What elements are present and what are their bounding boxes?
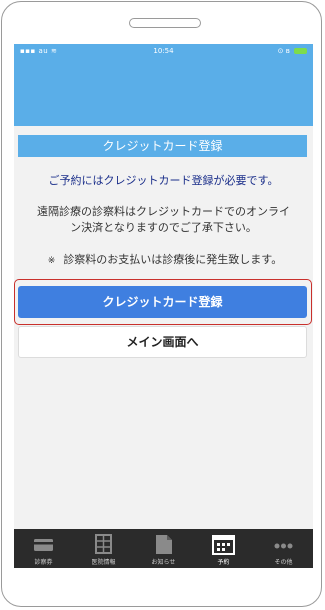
tab-bar: 診察券 医院情報 お知らせ 予約 その他: [14, 529, 313, 568]
more-icon: [274, 543, 293, 549]
tab-label: その他: [274, 559, 293, 566]
register-card-button[interactable]: クレジットカード登録: [18, 286, 307, 318]
app-screen: ▪▪▪ au ≋ 10:54 ⊙ ʙ クレジットカード登録 ご予約にはクレジット…: [14, 44, 313, 568]
phone-speaker: [129, 18, 201, 28]
info-message: 遠隔診療の診察料はクレジットカードでのオンライ ン決済となりますのでご了承下さい…: [14, 204, 313, 236]
info-line-1: 遠隔診療の診察料はクレジットカードでのオンライ: [37, 205, 290, 218]
alarm-icon: ⊙: [277, 47, 284, 55]
tab-label: お知らせ: [151, 559, 176, 566]
note-mark: ※: [47, 256, 56, 266]
info-line-2: ン決済となりますのでご了承下さい。: [70, 221, 257, 234]
tab-label: 医院情報: [91, 559, 116, 566]
document-icon: [156, 535, 172, 554]
status-bar: ▪▪▪ au ≋ 10:54 ⊙ ʙ: [14, 44, 313, 60]
tab-reservation[interactable]: 予約: [194, 529, 253, 568]
payment-note: ※ 診察料のお支払いは診療後に発生致します。: [20, 251, 310, 267]
app-header: ▪▪▪ au ≋ 10:54 ⊙ ʙ: [14, 44, 313, 126]
tab-other[interactable]: その他: [254, 529, 313, 568]
building-icon: [95, 534, 112, 554]
phone-frame: ▪▪▪ au ≋ 10:54 ⊙ ʙ クレジットカード登録 ご予約にはクレジット…: [1, 1, 322, 607]
note-text: 診察料のお支払いは診療後に発生致します。: [63, 253, 283, 266]
tab-label: 予約: [217, 559, 230, 566]
calendar-icon: [212, 535, 235, 555]
battery-icon: [294, 48, 307, 54]
card-icon: [34, 539, 53, 551]
required-message: ご予約にはクレジットカード登録が必要です。: [48, 174, 279, 187]
tab-card[interactable]: 診察券: [14, 529, 73, 568]
tab-news[interactable]: お知らせ: [134, 529, 193, 568]
tab-clinic-info[interactable]: 医院情報: [74, 529, 133, 568]
status-time: 10:54: [153, 47, 174, 55]
main-screen-button[interactable]: メイン画面へ: [18, 326, 307, 358]
page-title: クレジットカード登録: [18, 135, 307, 157]
status-icons: ⊙ ʙ: [278, 47, 307, 55]
bluetooth-icon: ʙ: [285, 47, 290, 55]
tab-label: 診察券: [34, 559, 53, 566]
